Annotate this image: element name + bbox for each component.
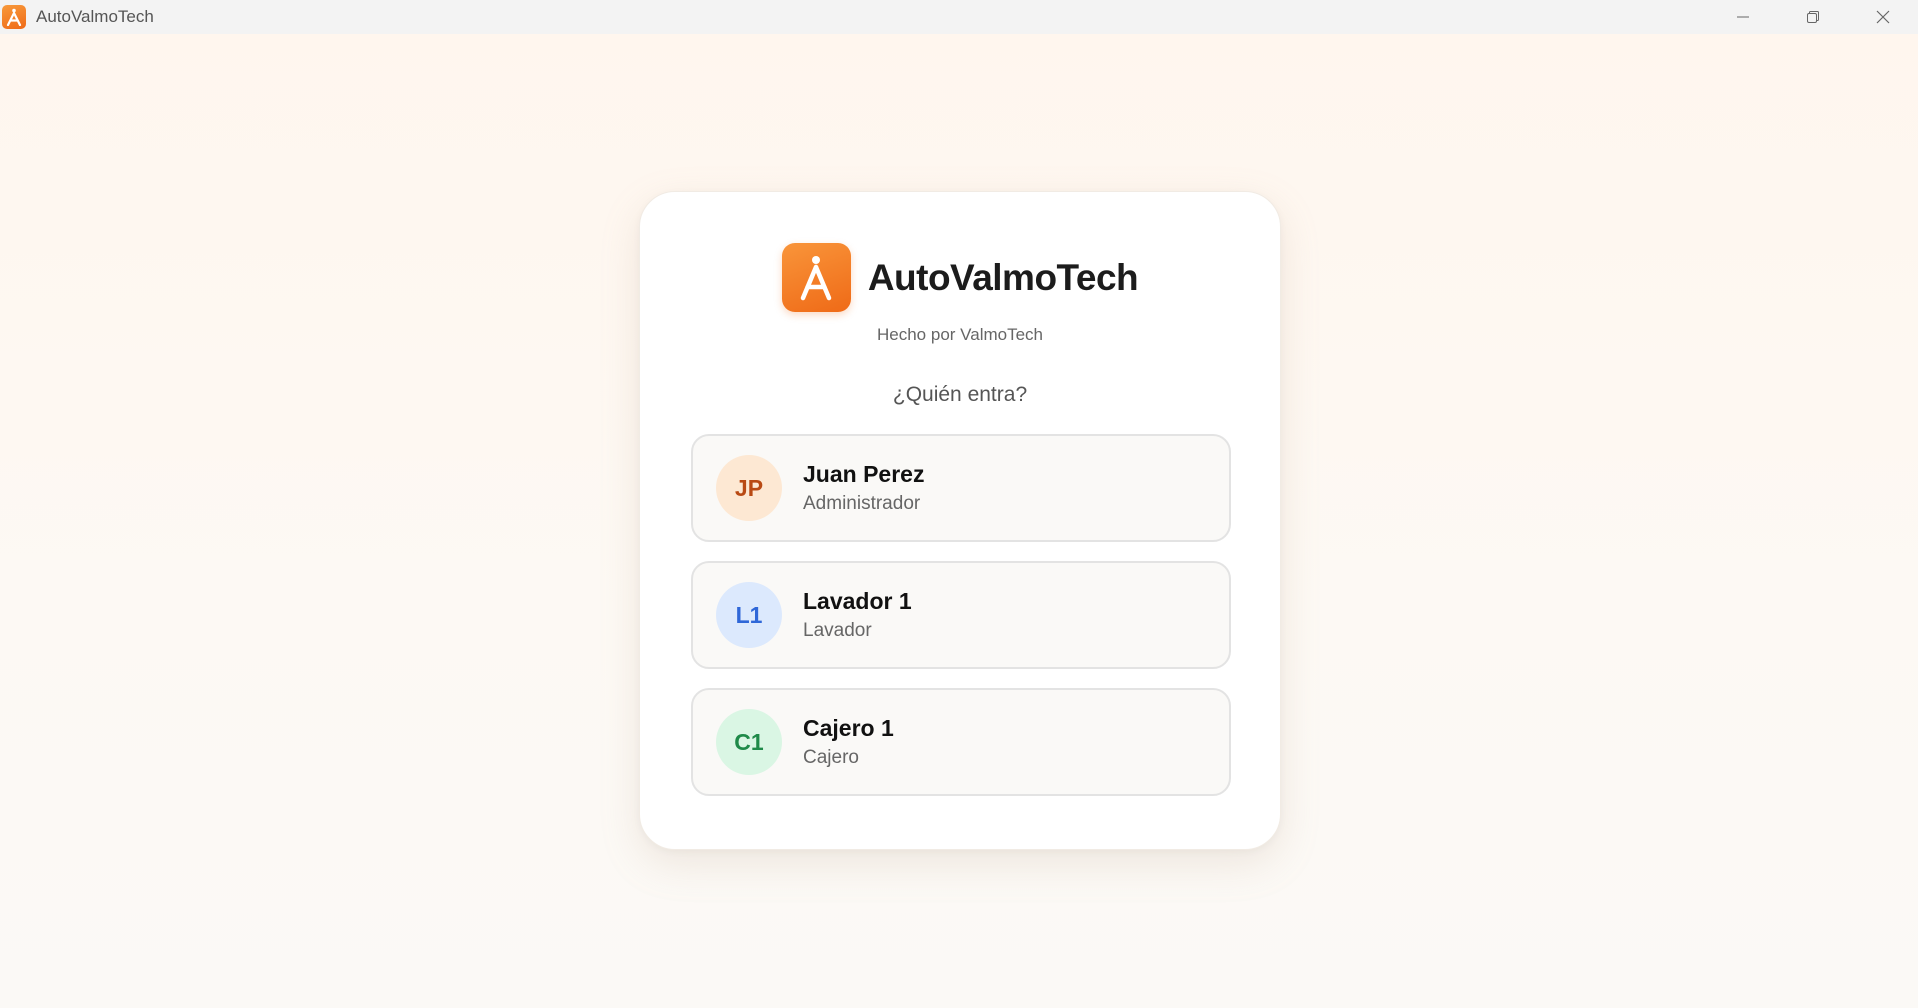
user-name: Cajero 1 xyxy=(803,715,894,741)
user-name: Lavador 1 xyxy=(803,588,912,614)
user-card-cajero-1[interactable]: C1 Cajero 1 Cajero xyxy=(691,688,1231,796)
user-role: Cajero xyxy=(803,747,859,768)
brand-subtitle: Hecho por ValmoTech xyxy=(877,325,1043,344)
user-card-lavador-1[interactable]: L1 Lavador 1 Lavador xyxy=(691,561,1231,669)
brand-name: AutoValmoTech xyxy=(867,256,1139,298)
user-list: JP Juan Perez Administrador L1 Lavador 1… xyxy=(691,434,1231,815)
brand-logo-icon xyxy=(781,243,851,312)
close-button[interactable] xyxy=(1848,0,1918,34)
app-logo-icon xyxy=(2,5,26,29)
login-card: AutoValmoTech Hecho por ValmoTech ¿Quién… xyxy=(639,191,1281,850)
close-icon xyxy=(1876,10,1890,24)
user-role: Administrador xyxy=(803,493,921,514)
window-controls xyxy=(1708,0,1918,34)
user-role: Lavador xyxy=(803,620,872,641)
user-card-juan-perez[interactable]: JP Juan Perez Administrador xyxy=(691,434,1231,542)
window-title: AutoValmoTech xyxy=(36,7,154,26)
brand-header: AutoValmoTech xyxy=(640,243,1280,312)
user-name: Juan Perez xyxy=(803,461,925,487)
minimize-button[interactable] xyxy=(1708,0,1778,34)
restore-icon xyxy=(1807,11,1819,23)
avatar: JP xyxy=(716,455,782,521)
user-info: Juan Perez Administrador xyxy=(803,461,924,515)
avatar: L1 xyxy=(716,582,782,648)
user-info: Cajero 1 Cajero xyxy=(803,715,894,769)
user-info: Lavador 1 Lavador xyxy=(803,588,912,642)
avatar-initials: C1 xyxy=(734,728,764,755)
avatar-initials: L1 xyxy=(735,601,763,628)
restore-button[interactable] xyxy=(1778,0,1848,34)
minimize-icon xyxy=(1737,16,1749,18)
title-bar: AutoValmoTech xyxy=(0,0,1918,34)
avatar: C1 xyxy=(716,709,782,775)
avatar-initials: JP xyxy=(734,474,764,501)
login-question: ¿Quién entra? xyxy=(892,383,1028,406)
